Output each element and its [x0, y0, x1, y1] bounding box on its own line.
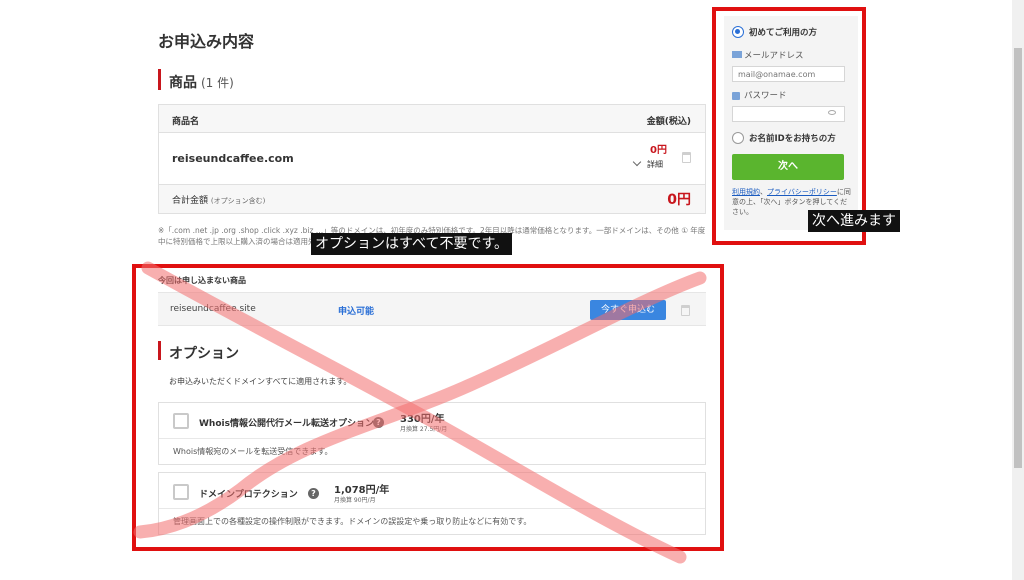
available-domain: reiseundcaffee.site — [170, 304, 256, 314]
email-label: メールアドレス — [744, 51, 804, 61]
option-monthly: 月換算 27.5円/月 — [400, 426, 448, 433]
email-input[interactable] — [732, 66, 845, 82]
not-applied-heading: 今回は申し込まない商品 — [158, 276, 246, 285]
section-marker — [158, 341, 161, 360]
option-desc-text: 管理画面上での各種設定の操作制限ができます。ドメインの誤設定や乗っ取り防止などに… — [173, 517, 532, 526]
option-name: ドメインプロテクション — [199, 490, 298, 500]
first-time-label: 初めてご利用の方 — [749, 28, 818, 38]
column-header-name: 商品名 — [172, 117, 200, 127]
option-price: 330円/年 — [400, 414, 445, 425]
availability-status: 申込可能 — [338, 307, 375, 317]
has-id-label: お名前IDをお持ちの方 — [749, 134, 836, 144]
not-applied-row: reiseundcaffee.site 申込可能 今すぐ申込む — [158, 292, 706, 326]
column-header-price: 金額(税込) — [646, 117, 691, 127]
trash-icon[interactable] — [681, 305, 690, 316]
option-monthly: 月換算 90円/月 — [334, 497, 376, 504]
order-table: 商品名 金額(税込) reiseundcaffee.com 0円 詳細 合計金額… — [158, 104, 706, 214]
total-value: 0円 — [667, 192, 691, 208]
mail-icon — [732, 51, 742, 58]
radio-first-time[interactable] — [732, 26, 744, 38]
table-header: 商品名 金額(税込) — [159, 105, 705, 133]
option-header: ドメインプロテクション ? 1,078円/年 月換算 90円/月 — [159, 473, 705, 509]
table-row: reiseundcaffee.com 0円 詳細 — [159, 133, 705, 185]
help-icon[interactable]: ? — [373, 417, 384, 428]
option-whois: Whois情報公開代行メール転送オプション ? 330円/年 月換算 27.5円… — [158, 402, 706, 465]
order-domain: reiseundcaffee.com — [172, 152, 294, 165]
scrollbar-thumb[interactable] — [1014, 48, 1022, 468]
eye-icon[interactable] — [828, 110, 836, 115]
next-button[interactable]: 次へ — [732, 154, 844, 180]
option-description: 管理画面上での各種設定の操作制限ができます。ドメインの誤設定や乗っ取り防止などに… — [159, 509, 705, 534]
trash-icon[interactable] — [682, 152, 691, 163]
total-label: 合計金額 (オプション含む) — [172, 193, 265, 206]
option-domain-protection: ドメインプロテクション ? 1,078円/年 月換算 90円/月 管理画面上での… — [158, 472, 706, 535]
options-section-title: オプション — [169, 346, 239, 362]
password-label: パスワード — [744, 91, 787, 101]
annotation-next: 次へ進みます — [808, 210, 900, 232]
login-panel: 初めてご利用の方 メールアドレス パスワード お名前IDをお持ちの方 次へ 利用… — [724, 16, 858, 230]
option-header: Whois情報公開代行メール転送オプション ? 330円/年 月換算 27.5円… — [159, 403, 705, 439]
radio-has-id[interactable] — [732, 132, 744, 144]
page-title: お申込み内容 — [158, 32, 255, 51]
section-marker — [158, 69, 161, 90]
lock-icon — [732, 92, 740, 100]
annotation-options-unneeded: オプションはすべて不要です。 — [311, 233, 513, 255]
chevron-down-icon — [632, 157, 642, 167]
details-toggle[interactable]: 詳細 — [632, 157, 663, 170]
apply-now-button[interactable]: 今すぐ申込む — [590, 300, 666, 320]
order-price: 0円 — [650, 145, 667, 156]
option-desc-text: Whois情報宛のメールを転送受信できます。 — [173, 447, 333, 456]
products-count: (1 件) — [201, 76, 234, 90]
option-price: 1,078円/年 — [334, 485, 390, 496]
table-total: 合計金額 (オプション含む) 0円 — [159, 185, 705, 213]
option-name: Whois情報公開代行メール転送オプション — [199, 419, 374, 429]
products-title-text: 商品 — [169, 75, 197, 91]
help-icon[interactable]: ? — [308, 488, 319, 499]
terms-separator: 、 — [760, 188, 767, 196]
protection-checkbox[interactable] — [173, 484, 189, 500]
total-note: (オプション含む) — [210, 197, 266, 205]
total-label-text: 合計金額 — [172, 196, 209, 206]
products-section-title: 商品 (1 件) — [169, 72, 234, 92]
options-description: お申込みいただくドメインすべてに適用されます。 — [169, 377, 352, 386]
option-description: Whois情報宛のメールを転送受信できます。 — [159, 439, 705, 464]
whois-checkbox[interactable] — [173, 413, 189, 429]
details-label: 詳細 — [647, 160, 663, 169]
privacy-link[interactable]: プライバシーポリシー — [767, 188, 837, 196]
terms-link[interactable]: 利用規約 — [732, 188, 760, 196]
